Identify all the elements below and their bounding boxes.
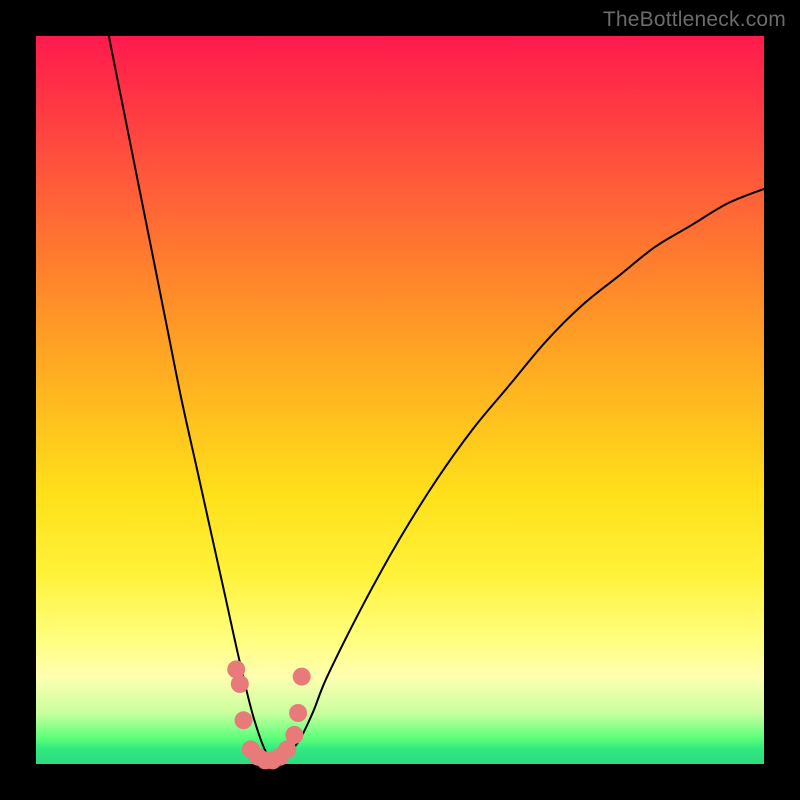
bottleneck-curve — [109, 36, 764, 760]
chart-frame: TheBottleneck.com — [0, 0, 800, 800]
optimal-dot — [231, 675, 249, 693]
optimal-dots-group — [227, 660, 311, 769]
curve-svg — [36, 36, 764, 764]
plot-area — [36, 36, 764, 764]
optimal-dot — [235, 711, 253, 729]
optimal-dot — [293, 668, 311, 686]
optimal-dot — [289, 704, 307, 722]
optimal-dot — [285, 726, 303, 744]
watermark-text: TheBottleneck.com — [603, 8, 786, 32]
